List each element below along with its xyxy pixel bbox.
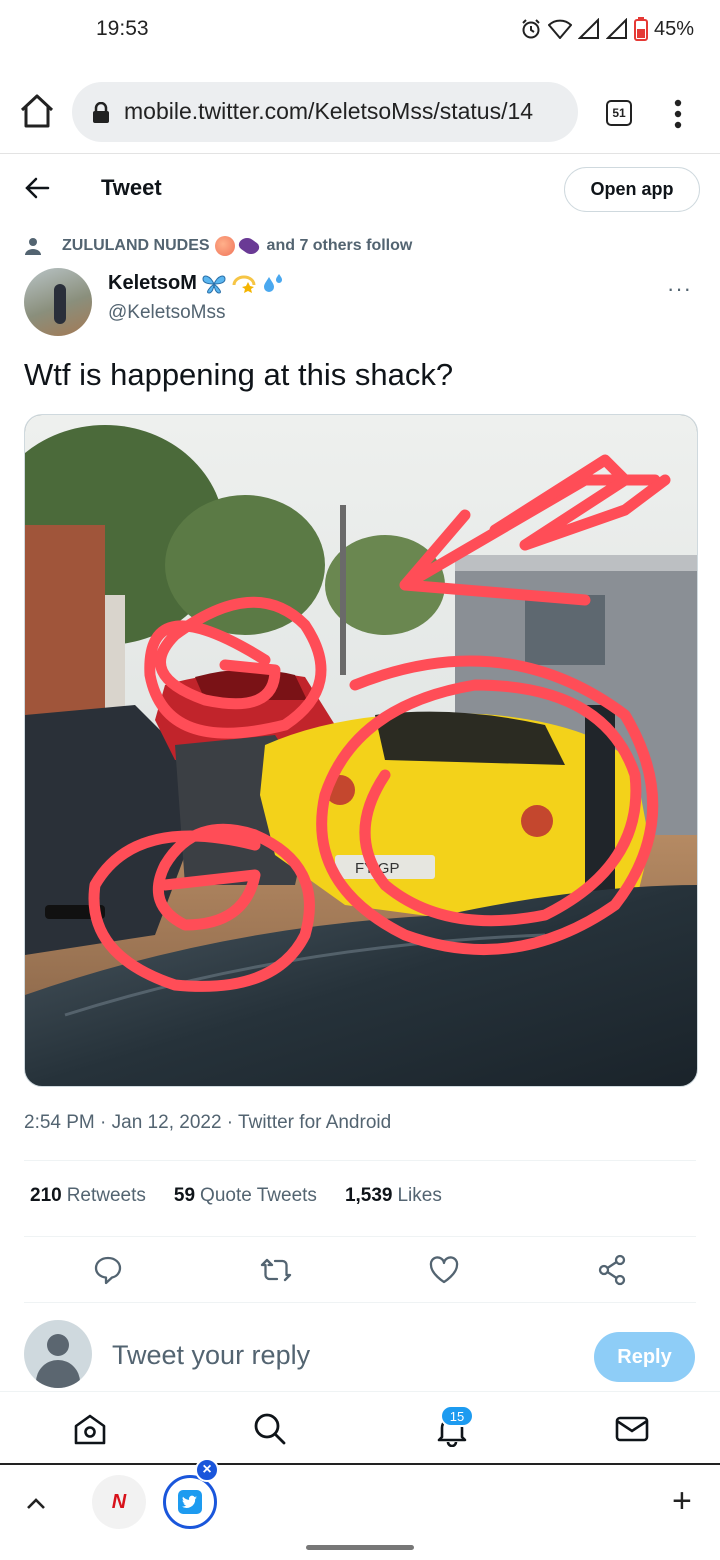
user-avatar	[24, 1320, 92, 1388]
tweet-stats: 210 Retweets 59 Quote Tweets 1,539 Likes	[30, 1185, 442, 1207]
tweet-timestamp[interactable]: 2:54 PM · Jan 12, 2022 · Twitter for And…	[24, 1112, 391, 1134]
battery-icon	[633, 17, 648, 41]
status-bar: 19:53 45%	[0, 0, 720, 62]
reply-input[interactable]: Tweet your reply	[112, 1340, 310, 1371]
notifications-badge: 15	[440, 1405, 474, 1427]
more-vert-icon[interactable]	[668, 98, 688, 130]
page-title: Tweet	[101, 175, 162, 200]
retweet-icon[interactable]	[260, 1254, 292, 1286]
author-handle[interactable]: @KeletsoMss	[108, 302, 226, 324]
tweet-photo[interactable]: FY-GP	[24, 414, 698, 1087]
photo-scene: FY-GP	[25, 415, 697, 1086]
reply-button[interactable]: Reply	[594, 1332, 695, 1382]
news-tab[interactable]: N	[92, 1475, 146, 1529]
open-app-button[interactable]: Open app	[564, 167, 700, 212]
divider	[24, 1302, 696, 1303]
tab-switcher-button[interactable]: 51	[606, 100, 632, 126]
address-bar[interactable]: mobile.twitter.com/KeletsoMss/status/14	[72, 82, 578, 142]
bottom-nav: 15	[0, 1393, 720, 1465]
gesture-bar	[306, 1545, 414, 1550]
social-context-name: ZULULAND NUDES	[62, 237, 210, 254]
share-icon[interactable]	[596, 1254, 628, 1286]
chevron-up-icon[interactable]	[24, 1492, 48, 1516]
lock-icon	[93, 102, 109, 123]
retweets-count: 210	[30, 1185, 62, 1206]
author-display-name: KeletsoM	[108, 272, 197, 294]
search-icon[interactable]	[252, 1411, 288, 1447]
sweat-droplets-emoji-icon	[263, 273, 282, 292]
battery-level: 45%	[653, 17, 694, 40]
back-arrow-icon[interactable]	[24, 175, 50, 201]
home-nav-icon[interactable]	[72, 1411, 108, 1447]
butterfly-emoji-icon	[202, 275, 226, 294]
social-context-suffix: and 7 others follow	[266, 237, 413, 254]
eggplant-emoji-icon	[236, 234, 261, 258]
tweet-header: Tweet Open app	[0, 155, 720, 225]
likes-stat[interactable]: 1,539 Likes	[345, 1185, 442, 1207]
home-icon[interactable]	[18, 92, 56, 130]
social-context[interactable]: ZULULAND NUDES and 7 others follow	[24, 234, 413, 258]
retweets-stat[interactable]: 210 Retweets	[30, 1185, 146, 1207]
tweet-actions	[24, 1250, 696, 1292]
twitter-tab[interactable]	[163, 1475, 217, 1529]
author-name[interactable]: KeletsoM	[108, 272, 285, 295]
reply-icon[interactable]	[92, 1254, 124, 1286]
new-tab-button[interactable]: +	[672, 1482, 692, 1521]
reply-composer: Tweet your reply Reply	[0, 1304, 720, 1392]
avatar[interactable]	[24, 268, 92, 336]
divider	[24, 1236, 696, 1237]
person-icon	[25, 238, 41, 255]
like-heart-icon[interactable]	[428, 1254, 460, 1286]
url-text: mobile.twitter.com/KeletsoMss/status/14	[124, 98, 534, 124]
likes-label: Likes	[397, 1185, 442, 1206]
close-tab-icon[interactable]: ×	[195, 1458, 219, 1482]
status-time: 19:53	[96, 17, 149, 40]
messages-mail-icon[interactable]	[614, 1411, 650, 1447]
dizzy-emoji-icon	[232, 275, 256, 293]
signal-icon-2	[605, 18, 627, 39]
status-icons: 45%	[520, 17, 694, 41]
quote-tweets-stat[interactable]: 59 Quote Tweets	[174, 1185, 317, 1207]
tweet-author: KeletsoM @KeletsoMss ···	[24, 268, 696, 338]
signal-icon	[577, 18, 599, 39]
retweets-label: Retweets	[66, 1185, 146, 1206]
peach-emoji-icon	[214, 236, 235, 256]
more-options-icon[interactable]: ···	[667, 276, 692, 302]
likes-count: 1,539	[344, 1185, 393, 1206]
wifi-icon	[547, 19, 572, 39]
quotes-label: Quote Tweets	[200, 1185, 317, 1206]
twitter-logo-icon	[178, 1490, 202, 1514]
tweet-text: Wtf is happening at this shack?	[24, 357, 454, 392]
alarm-icon	[522, 19, 540, 39]
browser-toolbar: mobile.twitter.com/KeletsoMss/status/14 …	[0, 62, 720, 154]
divider	[24, 1160, 696, 1161]
quotes-count: 59	[173, 1185, 196, 1206]
